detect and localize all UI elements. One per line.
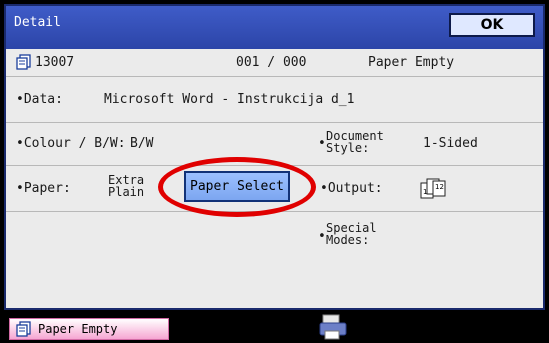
- colour-label: •Colour / B/W:: [16, 136, 126, 151]
- paper-label: •Paper:: [16, 181, 71, 196]
- svg-text:1: 1: [423, 188, 427, 196]
- svg-text:12: 12: [435, 183, 444, 191]
- page-count: 001 / 000: [236, 55, 307, 70]
- paper-value-2: Plain: [108, 185, 145, 199]
- detail-panel: Detail OK 13007 001 / 000 Paper Empty •D…: [4, 4, 545, 310]
- job-status: Paper Empty: [368, 55, 455, 70]
- special-modes-bullet: •: [318, 229, 326, 244]
- document-style-bullet: •: [318, 136, 326, 151]
- document-style-label-2: Style:: [326, 141, 370, 155]
- window-title: Detail: [14, 15, 61, 30]
- special-modes-label-2: Modes:: [326, 233, 370, 247]
- document-style-value: 1-Sided: [423, 136, 478, 151]
- status-indicator[interactable]: Paper Empty: [9, 318, 169, 340]
- job-number: 13007: [35, 55, 75, 70]
- highlight-annotation: [158, 157, 316, 217]
- job-document-icon: [16, 54, 31, 70]
- colour-row: •Colour / B/W: B/W • Document Style: 1-S…: [6, 122, 543, 166]
- title-bar: Detail OK: [6, 6, 543, 49]
- data-label: •Data:: [16, 92, 63, 107]
- collate-output-icon: 1 12: [420, 178, 446, 199]
- data-value: Microsoft Word - Instrukcija d_1: [104, 92, 355, 107]
- job-info-row: 13007 001 / 000 Paper Empty: [6, 49, 543, 77]
- special-modes-row: • Special Modes:: [6, 211, 543, 257]
- ok-button[interactable]: OK: [449, 13, 535, 37]
- printer-icon[interactable]: [318, 314, 348, 340]
- data-row: •Data: Microsoft Word - Instrukcija d_1: [6, 76, 543, 123]
- output-label: •Output:: [320, 181, 383, 196]
- colour-value: B/W: [130, 136, 154, 151]
- status-text: Paper Empty: [38, 322, 118, 336]
- job-document-icon: [16, 321, 31, 337]
